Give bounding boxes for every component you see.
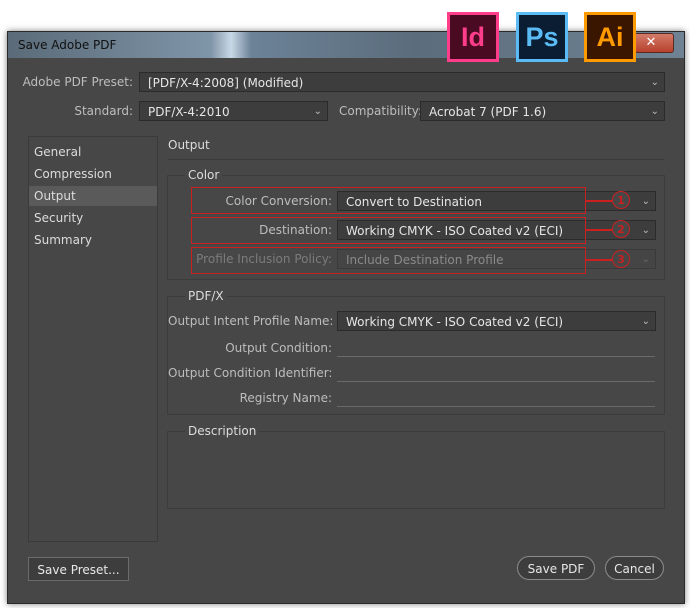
description-text [178,444,654,500]
output-condition-label: Output Condition: [225,341,332,355]
highlight-connector-1 [586,200,612,202]
standard-label: Standard: [74,104,133,118]
highlight-box-2 [191,217,586,244]
section-title: Output [168,138,210,152]
highlight-box-1 [191,187,586,214]
sidebar-item-label: Compression [34,167,112,181]
chevron-down-icon: ⌄ [641,316,650,327]
condition-identifier-field[interactable] [337,363,655,382]
color-group-title: Color [185,168,223,182]
chevron-down-icon: ⌄ [650,106,659,117]
sidebar-item-label: General [34,145,82,159]
save-preset-button[interactable]: Save Preset... [28,557,129,581]
preset-dropdown[interactable]: [PDF/X-4:2008] (Modified) ⌄ [139,72,665,92]
compatibility-dropdown[interactable]: Acrobat 7 (PDF 1.6) ⌄ [420,101,665,121]
standard-dropdown[interactable]: PDF/X-4:2010 ⌄ [139,101,328,121]
category-sidebar: General Compression Output Security Summ… [28,136,158,542]
registry-name-label: Registry Name: [239,391,332,405]
section-divider [168,159,664,160]
chevron-down-icon: ⌄ [641,254,650,265]
chevron-down-icon: ⌄ [313,106,322,117]
compatibility-label: Compatibility: [339,104,423,118]
highlight-box-3 [191,247,586,274]
chevron-down-icon: ⌄ [650,77,659,88]
save-pdf-button[interactable]: Save PDF [517,556,595,580]
marker-2: 2 [612,220,630,238]
indesign-app-icon: Id [447,12,499,62]
photoshop-app-icon: Ps [516,12,568,62]
compatibility-value: Acrobat 7 (PDF 1.6) [429,105,547,119]
chevron-down-icon: ⌄ [641,196,650,207]
title-bar[interactable]: Save Adobe PDF ✕ [8,32,684,58]
standard-value: PDF/X-4:2010 [148,105,230,119]
sidebar-item-label: Security [34,211,84,225]
sidebar-item-compression[interactable]: Compression [29,164,157,184]
sidebar-item-label: Output [34,189,76,203]
cancel-button[interactable]: Cancel [605,556,664,580]
preset-label: Adobe PDF Preset: [22,75,133,89]
sidebar-item-summary[interactable]: Summary [29,230,157,250]
sidebar-item-label: Summary [34,233,92,247]
registry-name-field[interactable] [337,388,655,407]
intent-profile-value: Working CMYK - ISO Coated v2 (ECI) [346,315,564,329]
illustrator-app-icon: Ai [584,12,636,62]
window-title: Save Adobe PDF [18,38,117,52]
description-title: Description [185,424,260,438]
chevron-down-icon: ⌄ [641,225,650,236]
sidebar-item-general[interactable]: General [29,142,157,162]
marker-3: 3 [612,250,630,268]
sidebar-item-security[interactable]: Security [29,208,157,228]
highlight-connector-2 [586,229,612,231]
preset-value: [PDF/X-4:2008] (Modified) [148,76,304,90]
pdfx-group-title: PDF/X [185,289,227,303]
save-pdf-dialog: Save Adobe PDF ✕ Adobe PDF Preset: [PDF/… [7,31,685,604]
intent-profile-label: Output Intent Profile Name: [168,314,334,328]
output-condition-field[interactable] [337,338,655,357]
marker-1: 1 [612,191,630,209]
highlight-connector-3 [586,259,612,261]
condition-identifier-label: Output Condition Identifier: [168,366,333,380]
intent-profile-dropdown[interactable]: Working CMYK - ISO Coated v2 (ECI) ⌄ [337,311,656,331]
sidebar-item-output[interactable]: Output [29,186,157,206]
